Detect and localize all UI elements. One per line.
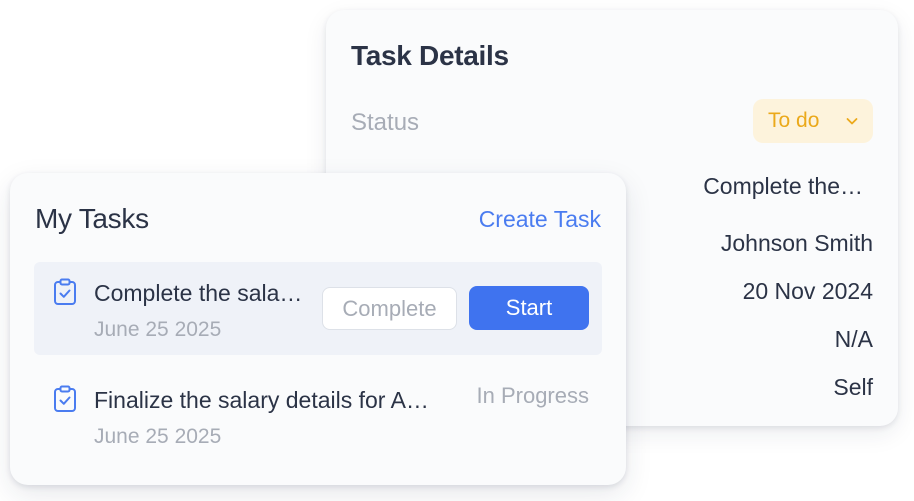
detail-assigned-by: Self: [833, 374, 873, 400]
my-tasks-card: My Tasks Create Task Complete the sala… …: [10, 173, 626, 485]
detail-priority: N/A: [834, 326, 873, 352]
stage: Task Details Status To do Complete the… …: [0, 0, 914, 501]
detail-assignee: Johnson Smith: [720, 230, 873, 256]
tasks-title: My Tasks: [35, 203, 149, 234]
task-row[interactable]: Finalize the salary details for A… June …: [34, 369, 602, 462]
chevron-down-icon: [846, 118, 858, 125]
task-name: Complete the sala…: [94, 280, 303, 306]
status-dropdown[interactable]: To do: [753, 99, 873, 143]
details-title: Task Details: [351, 40, 509, 71]
task-name: Finalize the salary details for A…: [94, 387, 429, 413]
start-button[interactable]: Start: [469, 286, 589, 330]
clipboard-check-icon: [54, 278, 76, 305]
detail-task-name: Complete the…: [703, 173, 863, 199]
detail-due-date: 20 Nov 2024: [742, 278, 873, 304]
complete-button[interactable]: Complete: [322, 287, 457, 330]
task-date: June 25 2025: [94, 318, 222, 341]
status-label: Status: [351, 109, 420, 136]
task-status-label: In Progress: [476, 383, 590, 408]
task-date: June 25 2025: [94, 425, 222, 448]
task-row[interactable]: Complete the sala… June 25 2025 Complete…: [34, 262, 602, 355]
create-task-link[interactable]: Create Task: [479, 206, 601, 233]
status-value: To do: [768, 109, 820, 132]
clipboard-check-icon: [54, 385, 76, 412]
